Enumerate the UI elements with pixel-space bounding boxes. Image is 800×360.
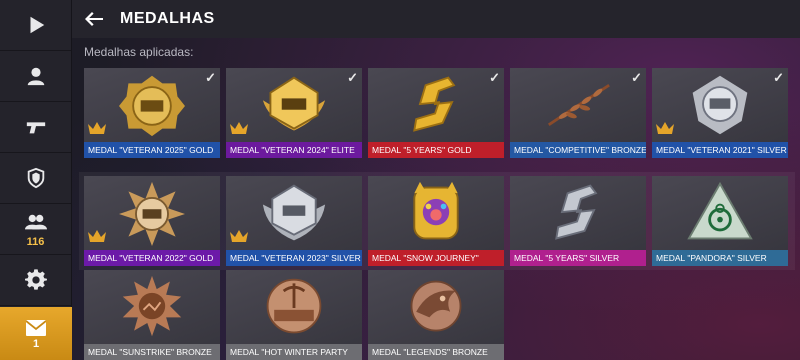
medal-row: MEDAL "VETERAN 2022" GOLD MEDAL "VETERAN … [79, 172, 795, 270]
medal-card[interactable]: ✓ MEDAL "5 YEARS" GOLD [368, 68, 504, 158]
medal-art-icon [410, 280, 462, 332]
medal-card[interactable]: ✓ MEDAL "VETERAN 2025" GOLD [84, 68, 220, 158]
medal-label: MEDAL "SUNSTRIKE" BRONZE [84, 344, 220, 360]
medal-art-icon [122, 275, 182, 337]
checkmark-icon: ✓ [773, 70, 784, 85]
medal-label: MEDAL "VETERAN 2021" SILVER [652, 142, 788, 158]
checkmark-icon: ✓ [205, 70, 216, 85]
medal-art-icon [262, 76, 326, 131]
medal-image [652, 176, 788, 250]
medal-card[interactable]: MEDAL "5 YEARS" SILVER [510, 176, 646, 266]
section-subtitle: Medalhas aplicadas: [84, 45, 194, 59]
medal-image [84, 270, 220, 344]
medal-card[interactable]: MEDAL "SNOW JOURNEY" [368, 176, 504, 266]
medal-art-icon [262, 184, 326, 241]
medal-label: MEDAL "5 YEARS" GOLD [368, 142, 504, 158]
mail-icon [26, 319, 46, 336]
sidebar-item-weapons[interactable] [0, 102, 71, 153]
medal-art-icon [119, 181, 185, 246]
back-button[interactable] [72, 12, 116, 26]
medal-label: MEDAL "HOT WINTER PARTY [226, 344, 362, 360]
medal-row-applied: ✓ MEDAL "VETERAN 2025" GOLD ✓ MEDAL "VETERA… [79, 68, 795, 164]
medal-art-icon [413, 181, 459, 240]
sidebar-item-mail[interactable]: 1 [0, 307, 72, 360]
medal-image [510, 176, 646, 250]
medal-label: MEDAL "VETERAN 2022" GOLD [84, 250, 220, 266]
medal-card[interactable]: ✓ MEDAL "COMPETITIVE" BRONZE [510, 68, 646, 158]
checkmark-icon: ✓ [631, 70, 642, 85]
medal-image [368, 68, 504, 142]
medal-card[interactable]: MEDAL "VETERAN 2023" SILVER [226, 176, 362, 266]
sidebar-item-settings[interactable] [0, 255, 71, 306]
medal-label: MEDAL "PANDORA" SILVER [652, 250, 788, 266]
medal-card[interactable]: ✓ MEDAL "VETERAN 2024" ELITE [226, 68, 362, 158]
medal-image [510, 68, 646, 142]
crown-icon [656, 121, 674, 139]
pistol-icon [26, 122, 45, 134]
sidebar-item-profile[interactable] [0, 51, 71, 102]
sidebar-item-clan[interactable] [0, 153, 71, 204]
medal-card[interactable]: MEDAL "SUNSTRIKE" BRONZE [84, 270, 220, 360]
checkmark-icon: ✓ [489, 70, 500, 85]
medal-card[interactable]: MEDAL "PANDORA" SILVER [652, 176, 788, 266]
medal-image [368, 176, 504, 250]
medal-label: MEDAL "COMPETITIVE" BRONZE [510, 142, 646, 158]
medal-art-icon [687, 181, 753, 240]
friends-count: 116 [26, 236, 45, 248]
medal-image [226, 270, 362, 344]
sidebar-item-play[interactable] [0, 0, 71, 51]
medal-label: MEDAL "VETERAN 2024" ELITE [226, 142, 362, 158]
medal-label: MEDAL "LEGENDS" BRONZE [368, 344, 504, 360]
crown-icon [230, 121, 248, 139]
medal-image [368, 270, 504, 344]
medal-card[interactable]: ✓ MEDAL "VETERAN 2021" SILVER [652, 68, 788, 158]
medal-label: MEDAL "VETERAN 2023" SILVER [226, 250, 362, 266]
medal-row: MEDAL "SUNSTRIKE" BRONZE MEDAL "HOT WINTE… [79, 270, 795, 360]
crown-icon [88, 229, 106, 247]
medal-art-icon [692, 75, 748, 135]
medal-label: MEDAL "VETERAN 2025" GOLD [84, 142, 220, 158]
page-title: MEDALHAS [120, 10, 215, 27]
medal-art-icon [119, 75, 185, 137]
header-bar: MEDALHAS [72, 0, 800, 38]
medal-label: MEDAL "5 YEARS" SILVER [510, 250, 646, 266]
crown-icon [88, 121, 106, 139]
sidebar-item-friends[interactable]: 116 [0, 204, 71, 255]
medal-card[interactable]: MEDAL "HOT WINTER PARTY [226, 270, 362, 360]
checkmark-icon: ✓ [347, 70, 358, 85]
friends-icon [24, 214, 47, 230]
medal-card[interactable]: MEDAL "LEGENDS" BRONZE [368, 270, 504, 360]
user-icon [27, 67, 44, 86]
play-icon [30, 16, 44, 34]
gear-icon [24, 269, 47, 290]
medal-art-icon [547, 84, 610, 126]
medal-label: MEDAL "SNOW JOURNEY" [368, 250, 504, 266]
mail-count: 1 [32, 337, 40, 350]
arrow-left-icon [85, 12, 103, 26]
sidebar: 116 1 [0, 0, 72, 360]
medal-art-icon [555, 184, 598, 240]
crown-icon [230, 229, 248, 247]
medal-art-icon [266, 278, 322, 334]
medal-art-icon [413, 76, 456, 132]
shield-emblem-icon [27, 167, 44, 189]
medal-grid: ✓ MEDAL "VETERAN 2025" GOLD ✓ MEDAL "VETERA… [79, 68, 795, 360]
medal-card[interactable]: MEDAL "VETERAN 2022" GOLD [84, 176, 220, 266]
